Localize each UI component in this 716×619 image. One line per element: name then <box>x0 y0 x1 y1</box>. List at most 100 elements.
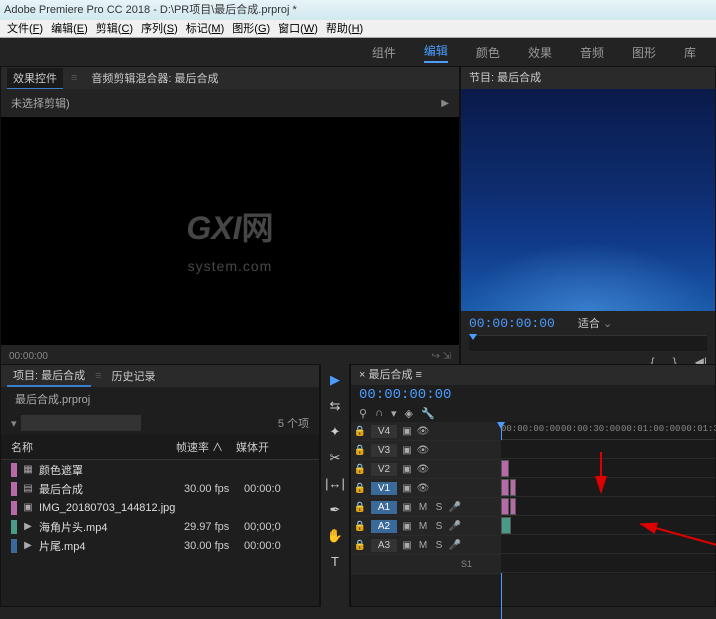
timeline-header[interactable]: × 最后合成 ≡ <box>351 365 715 385</box>
snap-icon[interactable]: ⚲ <box>359 407 367 420</box>
project-columns-header[interactable]: 名称 帧速率 ∧ 媒体开 <box>1 435 319 460</box>
mute-icon[interactable]: M <box>415 540 431 551</box>
menu-file[interactable]: 文件(F) <box>4 20 46 37</box>
clip[interactable] <box>501 517 511 534</box>
track-select-tool-icon[interactable]: ⇆ <box>325 398 345 414</box>
workspace-editing[interactable]: 编辑 <box>424 42 448 63</box>
clip[interactable] <box>510 498 516 515</box>
lock-icon[interactable]: 🔒 <box>351 540 369 551</box>
source-export-icons[interactable]: ↪ ⇲ <box>431 351 451 362</box>
lock-icon[interactable]: 🔒 <box>351 502 369 513</box>
solo-icon[interactable]: S <box>431 502 447 513</box>
settings-icon[interactable]: ◈ <box>405 407 413 420</box>
menu-edit[interactable]: 编辑(E) <box>48 20 91 37</box>
track-label[interactable]: V1 <box>371 482 397 495</box>
clip[interactable] <box>501 460 509 477</box>
track-label[interactable]: V4 <box>371 425 397 438</box>
timeline-track-headers[interactable]: 🔒 V4 ▣ 👁 🔒 V3 ▣ 👁 🔒 V2 ▣ 👁 🔒 V1 ▣ 👁 🔒 A1… <box>351 422 501 574</box>
source-monitor[interactable]: GXI网 system.com <box>1 117 459 345</box>
program-fit-dropdown[interactable]: 适合 <box>578 315 612 331</box>
slip-tool-icon[interactable]: |↔| <box>325 476 345 492</box>
track-label[interactable]: A3 <box>371 539 397 552</box>
audio-track-header[interactable]: 🔒 A1 ▣ M S🎤 <box>351 498 501 517</box>
menu-help[interactable]: 帮助(H) <box>323 20 366 37</box>
project-item-list[interactable]: ▦ 颜色遮罩 ▤ 最后合成 30.00 fps 00:00:0 ▣ IMG_20… <box>1 460 319 555</box>
linked-selection-icon[interactable]: ∩ <box>375 407 383 420</box>
type-tool-icon[interactable]: T <box>325 554 345 570</box>
track-label[interactable]: A2 <box>371 520 397 533</box>
video-track-header[interactable]: 🔒 V1 ▣ 👁 <box>351 479 501 498</box>
workspace-audio[interactable]: 音频 <box>580 44 604 61</box>
menu-marker[interactable]: 标记(M) <box>183 20 228 37</box>
bin-filter-icon[interactable]: ▾ <box>11 417 17 430</box>
source-timecode[interactable]: 00:00:00 <box>9 351 48 362</box>
mute-icon[interactable]: M <box>415 502 431 513</box>
clip[interactable] <box>501 479 509 496</box>
solo-icon[interactable]: S <box>431 521 447 532</box>
col-name[interactable]: 名称 <box>11 439 176 455</box>
track-lane[interactable] <box>501 440 715 459</box>
program-panel-header[interactable]: 节目: 最后合成 <box>461 67 715 89</box>
program-ruler[interactable] <box>469 335 707 351</box>
pen-tool-icon[interactable]: ✒ <box>325 502 345 518</box>
project-item[interactable]: ▤ 最后合成 30.00 fps 00:00:0 <box>1 479 319 498</box>
track-lane[interactable] <box>501 478 715 497</box>
tools-panel[interactable]: ▶ ⇆ ✦ ✂ |↔| ✒ ✋ T <box>320 364 350 607</box>
lock-icon[interactable]: 🔒 <box>351 521 369 532</box>
razor-tool-icon[interactable]: ✂ <box>325 450 345 466</box>
wrench-icon[interactable]: 🔧 <box>421 407 435 420</box>
lock-icon[interactable]: 🔒 <box>351 483 369 494</box>
source-panel-tabs[interactable]: 效果控件 ≡ 音频剪辑混合器: 最后合成 <box>1 67 459 89</box>
solo-icon[interactable]: S <box>431 540 447 551</box>
video-track-header[interactable]: 🔒 V2 ▣ 👁 <box>351 460 501 479</box>
col-framerate[interactable]: 帧速率 ∧ <box>176 439 236 455</box>
tab-audio-clip-mixer[interactable]: 音频剪辑混合器: 最后合成 <box>85 68 224 88</box>
track-lane[interactable] <box>501 535 715 554</box>
program-monitor[interactable] <box>461 89 715 311</box>
menu-graphics[interactable]: 图形(G) <box>229 20 273 37</box>
toggle-output-icon[interactable]: ▣ <box>399 521 415 532</box>
toggle-output-icon[interactable]: ▣ <box>399 502 415 513</box>
marker-icon[interactable]: ▾ <box>391 407 397 420</box>
track-label[interactable]: V3 <box>371 444 397 457</box>
timeline-track-content[interactable]: 00:00:00:0000:00:30:0000:01:00:0000:01:3… <box>501 422 715 574</box>
workspace-assembly[interactable]: 组件 <box>372 44 396 61</box>
timeline-timecode[interactable]: 00:00:00:00 <box>351 385 715 405</box>
tab-project[interactable]: 项目: 最后合成 <box>7 365 91 387</box>
voice-icon[interactable]: 🎤 <box>447 521 463 532</box>
audio-track-header[interactable]: 🔒 A3 ▣ M S🎤 <box>351 536 501 555</box>
track-lane[interactable] <box>501 459 715 478</box>
track-lane[interactable] <box>501 497 715 516</box>
col-media-start[interactable]: 媒体开 <box>236 439 309 455</box>
selection-tool-icon[interactable]: ▶ <box>325 372 345 388</box>
mute-icon[interactable]: 👁 <box>415 445 431 456</box>
lock-icon[interactable]: 🔒 <box>351 445 369 456</box>
clip[interactable] <box>510 479 516 496</box>
toggle-output-icon[interactable]: ▣ <box>399 464 415 475</box>
voice-icon[interactable]: 🎤 <box>447 540 463 551</box>
workspace-libraries[interactable]: 库 <box>684 44 696 61</box>
timeline-ruler[interactable]: 00:00:00:0000:00:30:0000:01:00:0000:01:3… <box>501 422 715 440</box>
program-timecode[interactable]: 00:00:00:00 <box>469 316 555 331</box>
tab-effect-controls[interactable]: 效果控件 <box>7 68 63 89</box>
workspace-tabs[interactable]: 组件 编辑 颜色 效果 音频 图形 库 <box>0 38 716 66</box>
project-item[interactable]: ▦ 颜色遮罩 <box>1 460 319 479</box>
expand-arrow-icon[interactable]: ▶ <box>441 98 449 109</box>
mute-icon[interactable]: 👁 <box>415 483 431 494</box>
toggle-output-icon[interactable]: ▣ <box>399 540 415 551</box>
workspace-effects[interactable]: 效果 <box>528 44 552 61</box>
video-track-header[interactable]: 🔒 V4 ▣ 👁 <box>351 422 501 441</box>
mute-icon[interactable]: 👁 <box>415 464 431 475</box>
timeline-toolbar[interactable]: ⚲ ∩ ▾ ◈ 🔧 <box>351 405 715 422</box>
toggle-output-icon[interactable]: ▣ <box>399 483 415 494</box>
project-item[interactable]: ▶ 片尾.mp4 30.00 fps 00:00:0 <box>1 536 319 555</box>
tab-history[interactable]: 历史记录 <box>106 366 162 386</box>
lock-icon[interactable]: 🔒 <box>351 464 369 475</box>
menu-clip[interactable]: 剪辑(C) <box>93 20 136 37</box>
hand-tool-icon[interactable]: ✋ <box>325 528 345 544</box>
toggle-output-icon[interactable]: ▣ <box>399 445 415 456</box>
video-track-header[interactable]: 🔒 V3 ▣ 👁 <box>351 441 501 460</box>
mute-icon[interactable]: 👁 <box>415 426 431 437</box>
project-item[interactable]: ▣ IMG_20180703_144812.jpg <box>1 498 319 517</box>
menu-bar[interactable]: 文件(F) 编辑(E) 剪辑(C) 序列(S) 标记(M) 图形(G) 窗口(W… <box>0 20 716 38</box>
